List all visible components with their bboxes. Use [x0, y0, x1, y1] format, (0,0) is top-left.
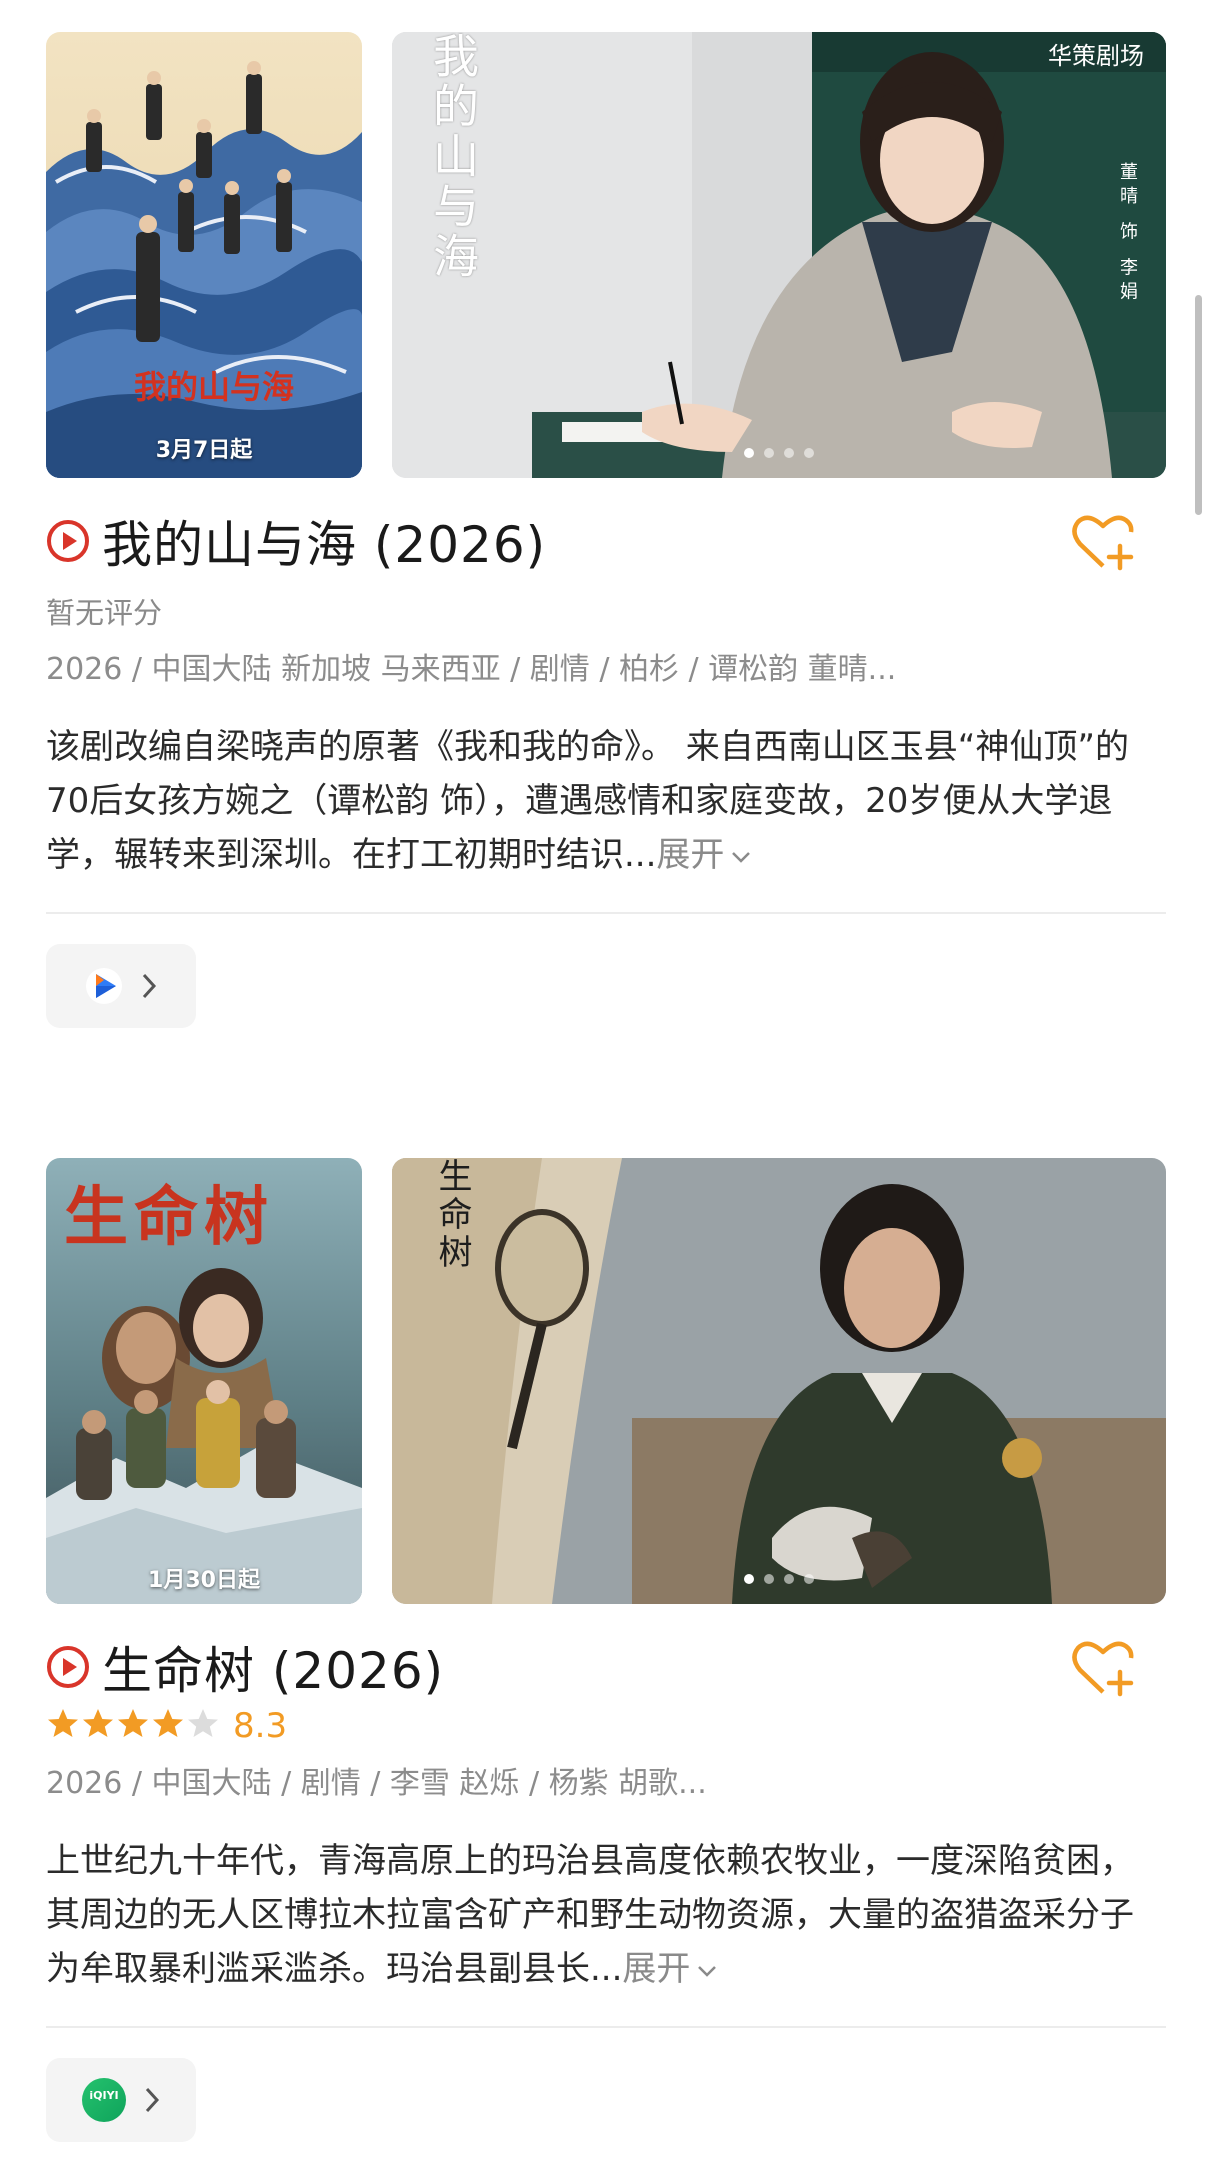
description: 该剧改编自梁晓声的原著《我和我的命》。 来自西南山区玉县“神仙顶”的70后女孩方…	[46, 720, 1166, 882]
star-icon	[188, 1709, 218, 1737]
star-icon	[118, 1709, 148, 1737]
description: 上世纪九十年代，青海高原上的玛治县高度依赖农牧业，一度深陷贫困，其周边的无人区博…	[46, 1834, 1166, 1996]
divider	[46, 2026, 1166, 2028]
carousel-dot[interactable]	[744, 448, 754, 458]
carousel-dot[interactable]	[764, 1574, 774, 1584]
show-card-2: 生命树 1月30日起 生命树 生命树 (2026) 8.3 2026 / 中国大…	[46, 1158, 1166, 2142]
score: 8.3	[233, 1706, 288, 1746]
poster-image[interactable]: 我的山与海 3月7日起	[46, 32, 362, 478]
show-title[interactable]: 我的山与海 (2026)	[102, 505, 546, 577]
carousel-dot[interactable]	[804, 448, 814, 458]
source-button[interactable]	[46, 944, 196, 1028]
description-text: 上世纪九十年代，青海高原上的玛治县高度依赖农牧业，一度深陷贫困，其周边的无人区博…	[46, 1841, 1134, 1989]
play-circle-icon	[47, 1646, 89, 1688]
star-icon	[48, 1709, 78, 1737]
chevron-down-icon	[732, 851, 751, 863]
play-triangle-app-icon	[86, 968, 122, 1004]
media-row: 我的山与海 3月7日起 我的山与海 华策剧场 董晴 饰 李娟	[46, 32, 1166, 478]
rating-text: 暂无评分	[46, 596, 163, 630]
poster-title: 我的山与海	[134, 368, 295, 406]
poster-title: 生命树	[64, 1180, 274, 1255]
chevron-down-icon	[698, 1965, 717, 1977]
carousel-dot[interactable]	[784, 448, 794, 458]
carousel-image[interactable]: 我的山与海 华策剧场 董晴 饰 李娟	[392, 32, 1166, 478]
iqiyi-logo-icon: iQIYI	[82, 2078, 126, 2122]
expand-label: 展开	[656, 835, 725, 875]
iqiyi-logo-text: iQIYI	[89, 2089, 118, 2102]
title-row: 生命树 (2026)	[46, 1634, 1166, 1700]
show-title[interactable]: 生命树 (2026)	[102, 1631, 444, 1703]
play-circle-icon	[47, 520, 89, 562]
poster-image[interactable]: 生命树 1月30日起	[46, 1158, 362, 1604]
still-title: 生命树	[432, 1158, 472, 1272]
media-row: 生命树 1月30日起 生命树	[46, 1158, 1166, 1604]
carousel-dots	[744, 1574, 814, 1584]
expand-label: 展开	[622, 1949, 691, 1989]
carousel-dot[interactable]	[764, 448, 774, 458]
carousel-dot[interactable]	[744, 1574, 754, 1584]
star-icon	[83, 1709, 113, 1737]
star-rating	[46, 1707, 221, 1745]
carousel-image[interactable]: 生命树	[392, 1158, 1166, 1604]
still-caption: 董晴 饰 李娟	[1117, 162, 1138, 306]
rating-row: 8.3	[46, 1706, 1166, 1746]
show-card-1: 我的山与海 3月7日起 我的山与海 华策剧场 董晴 饰 李娟 我的山与海 (20…	[46, 32, 1166, 1028]
chevron-right-icon	[145, 2087, 160, 2113]
source-button[interactable]: iQIYI	[46, 2058, 196, 2142]
title-row: 我的山与海 (2026)	[46, 508, 1166, 574]
expand-button[interactable]: 展开	[622, 1949, 718, 1989]
favorite-add-icon[interactable]	[1070, 512, 1136, 572]
favorite-add-icon[interactable]	[1070, 1638, 1136, 1698]
expand-button[interactable]: 展开	[656, 835, 752, 875]
scrollbar[interactable]	[1195, 295, 1202, 515]
meta-info: 2026 / 中国大陆 / 剧情 / 李雪 赵烁 / 杨紫 胡歌...	[46, 1766, 707, 1801]
star-icon	[153, 1709, 183, 1737]
description-text: 该剧改编自梁晓声的原著《我和我的命》。 来自西南山区玉县“神仙顶”的70后女孩方…	[46, 727, 1130, 875]
chevron-right-icon	[142, 973, 157, 999]
divider	[46, 912, 1166, 914]
poster-date: 3月7日起	[155, 438, 253, 463]
still-title: 我的山与海	[426, 32, 480, 282]
still-logo: 华策剧场	[1048, 42, 1144, 70]
poster-date: 1月30日起	[148, 1568, 260, 1593]
carousel-dots	[744, 448, 814, 458]
carousel-dot[interactable]	[804, 1574, 814, 1584]
meta-info: 2026 / 中国大陆 新加坡 马来西亚 / 剧情 / 柏杉 / 谭松韵 董晴.…	[46, 652, 897, 687]
carousel-dot[interactable]	[784, 1574, 794, 1584]
